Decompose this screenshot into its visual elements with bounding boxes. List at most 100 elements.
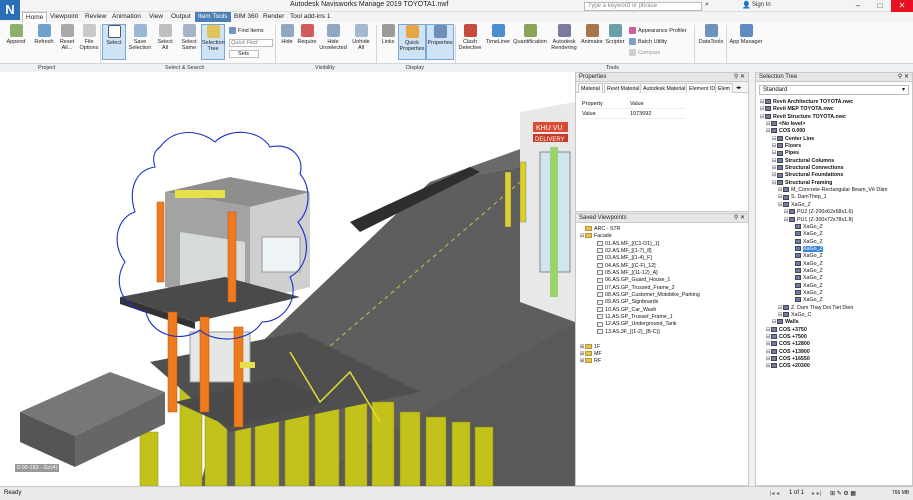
require-button[interactable]: Require (296, 24, 318, 45)
tree-node[interactable]: XaGo_Z (759, 245, 909, 253)
tree-node[interactable]: XaGo_Z (759, 283, 909, 290)
compare-button[interactable]: Compare (629, 49, 661, 56)
app-manager-button[interactable]: App Manager (728, 24, 764, 45)
tree-node[interactable]: ⊟ Pipes (759, 150, 909, 157)
viewpoint-item[interactable]: 13.AS.3F_[(1-2)_(B-C)] (579, 329, 745, 336)
tab-render[interactable]: Render (260, 12, 287, 22)
viewpoint-item[interactable]: ARC - STR (579, 226, 745, 233)
viewpoint-item[interactable]: 05.AS.MF_[(11-12)_A] (579, 270, 745, 277)
viewpoint-item[interactable]: 06.AS.GP_Guard_House_1 (579, 277, 745, 284)
tree-node[interactable]: ⊟ COS +3750 (759, 327, 909, 334)
tab-view[interactable]: View (146, 12, 166, 22)
viewpoint-item[interactable]: 11.AS.GP_Trussef_Frame_1 (579, 314, 745, 321)
quick-find-input[interactable]: Quick Find (229, 39, 273, 47)
tree-node[interactable]: ⊟ Structural Framing (759, 180, 909, 187)
viewpoint-item[interactable]: 07.AS.GP_Trussed_Frame_2 (579, 285, 745, 292)
appearance-profiler-button[interactable]: Appearance Profiler (629, 27, 687, 34)
tree-node[interactable]: ⊟ COS 0.000 (759, 128, 909, 135)
viewpoint-item[interactable]: 02.AS.MF_[(1-7)_8] (579, 248, 745, 255)
tree-mode-dropdown[interactable]: Standard ▾ (759, 85, 909, 95)
viewpoint-item[interactable]: 09.AS.GP_Signboards (579, 299, 745, 306)
properties-row[interactable]: Value 1073692 (580, 109, 685, 119)
tree-node[interactable]: XaGo_Z (759, 268, 909, 275)
tab-scroll-arrows[interactable]: ◂▸ (734, 83, 743, 93)
tab-bim360[interactable]: BIM 360 (231, 12, 261, 22)
tree-node[interactable]: ⊟ COS +7500 (759, 334, 909, 341)
tree-node[interactable]: ⊟ PU2 (Z-200x62x68x1.6) (759, 209, 909, 216)
tree-node[interactable]: ⊟ Revit Architecture TOYOTA.nwc (759, 99, 909, 106)
scripter-button[interactable]: Scripter (604, 24, 626, 45)
timeliner-button[interactable]: TimeLiner (484, 24, 512, 45)
select-button[interactable]: Select (102, 24, 126, 60)
close-icon[interactable]: ⚲ ✕ (734, 73, 745, 82)
viewpoint-item[interactable]: ⊞ RF (579, 358, 745, 365)
tab-item-tools[interactable]: Item Tools (195, 12, 231, 22)
page-nav-next-icon[interactable]: ▸ ▸| (812, 490, 821, 497)
select-all-button[interactable]: Select All (155, 24, 175, 51)
tree-node[interactable]: ⊟ PU1 (Z-300x72x78x1.8) (759, 217, 909, 224)
tree-node[interactable]: XaGo_Z (759, 297, 909, 304)
select-same-button[interactable]: Select Same (178, 24, 200, 51)
find-items-button[interactable]: Find Items (229, 27, 264, 34)
viewpoint-item[interactable]: 10.AS.GP_Car_Wash (579, 307, 745, 314)
tab-home[interactable]: Home (22, 12, 48, 22)
viewpoint-item[interactable]: 03.AS.MF_[(1-4)_F] (579, 255, 745, 262)
tree-node[interactable]: ⊟ COS +20300 (759, 363, 909, 370)
tree-node[interactable]: ⊟ Revit Structure TOYOTA.nwc (759, 114, 909, 121)
tree-node[interactable]: ⊟ COS +16550 (759, 356, 909, 363)
batch-utility-button[interactable]: Batch Utility (629, 38, 667, 45)
tree-node[interactable]: ⊟ XaGo_Z (759, 202, 909, 209)
tab-elem[interactable]: Elem (715, 83, 734, 93)
viewpoint-item[interactable]: 12.AS.GP_Underground_Tank (579, 321, 745, 328)
3d-viewport[interactable]: KHU VU DELIVERY (0, 72, 575, 486)
tree-node[interactable]: ⊟ Walls (759, 319, 909, 326)
tree-node[interactable]: XaGo_Z (759, 275, 909, 282)
user-icon[interactable]: 👤 (742, 1, 751, 9)
tree-node[interactable]: XaGo_Z (759, 253, 909, 260)
file-options-button[interactable]: File Options (77, 24, 101, 51)
viewpoint-item[interactable]: ⊟ Facade (579, 233, 745, 240)
tab-review[interactable]: Review (82, 12, 109, 22)
maximize-icon[interactable]: □ (869, 0, 891, 12)
tree-node[interactable]: ⊟ Structural Columns (759, 158, 909, 165)
tree-node[interactable]: ⊟ Revit MEP TOYOTA.nwc (759, 106, 909, 113)
reset-all-button[interactable]: Reset All... (57, 24, 77, 51)
refresh-button[interactable]: Refresh (31, 24, 57, 45)
tab-material[interactable]: Material (578, 83, 603, 93)
tree-node[interactable]: XaGo_Z (759, 261, 909, 268)
tree-node[interactable]: ⊟ Structural Foundations (759, 172, 909, 179)
links-button[interactable]: Links (378, 24, 398, 45)
tree-node[interactable]: ⊟ COS +13900 (759, 349, 909, 356)
viewpoint-item[interactable]: 08.AS.GP_Customer_Motobike_Parking (579, 292, 745, 299)
tree-node[interactable]: XaGo_Z (759, 231, 909, 238)
append-button[interactable]: Append (4, 24, 28, 45)
sign-in-link[interactable]: Sign In (752, 2, 771, 8)
tree-node[interactable]: ⊟ Center Line (759, 136, 909, 143)
tree-node[interactable]: XaGo_Z (759, 239, 909, 246)
hide-button[interactable]: Hide (278, 24, 296, 45)
sets-dropdown[interactable]: Sets (229, 50, 259, 58)
tab-output[interactable]: Output (168, 12, 194, 22)
tree-node[interactable]: ⊟ S. DamThep_1 (759, 194, 909, 201)
group-select-search-label[interactable]: Select & Search (165, 65, 204, 71)
viewpoint-item[interactable]: ⊞ 1F (579, 344, 745, 351)
tab-revit-material[interactable]: Revit Material (604, 83, 643, 93)
tab-animation[interactable]: Animation (109, 12, 144, 22)
tree-node[interactable]: ⊟ COS +12800 (759, 341, 909, 348)
close-icon[interactable]: ⚲ ✕ (898, 73, 909, 82)
tab-tool-addins[interactable]: Tool add-ins 1 (287, 12, 333, 22)
tree-node[interactable]: XaGo_Z (759, 290, 909, 297)
group-project-label[interactable]: Project (38, 65, 55, 71)
tab-element-id[interactable]: Element ID (686, 83, 719, 93)
search-input[interactable]: Type a keyword or phrase (584, 2, 702, 11)
page-nav-first-icon[interactable]: |◂ ◂ (770, 490, 779, 497)
clash-detective-button[interactable]: Clash Detective (457, 24, 483, 51)
tree-node[interactable]: XaGo_Z (759, 224, 909, 231)
close-icon[interactable]: ✕ (891, 0, 913, 12)
navisworks-logo[interactable]: N (0, 0, 20, 20)
minimize-icon[interactable]: – (847, 0, 869, 12)
tree-node[interactable]: ⊟ Z. Dam Thay Doi Tiet Dien (759, 305, 909, 312)
viewpoint-item[interactable]: 04.AS.MF_[(C-F)_12] (579, 263, 745, 270)
autodesk-rendering-button[interactable]: Autodesk Rendering (549, 24, 579, 51)
selection-tree-button[interactable]: Selection Tree (201, 24, 225, 60)
